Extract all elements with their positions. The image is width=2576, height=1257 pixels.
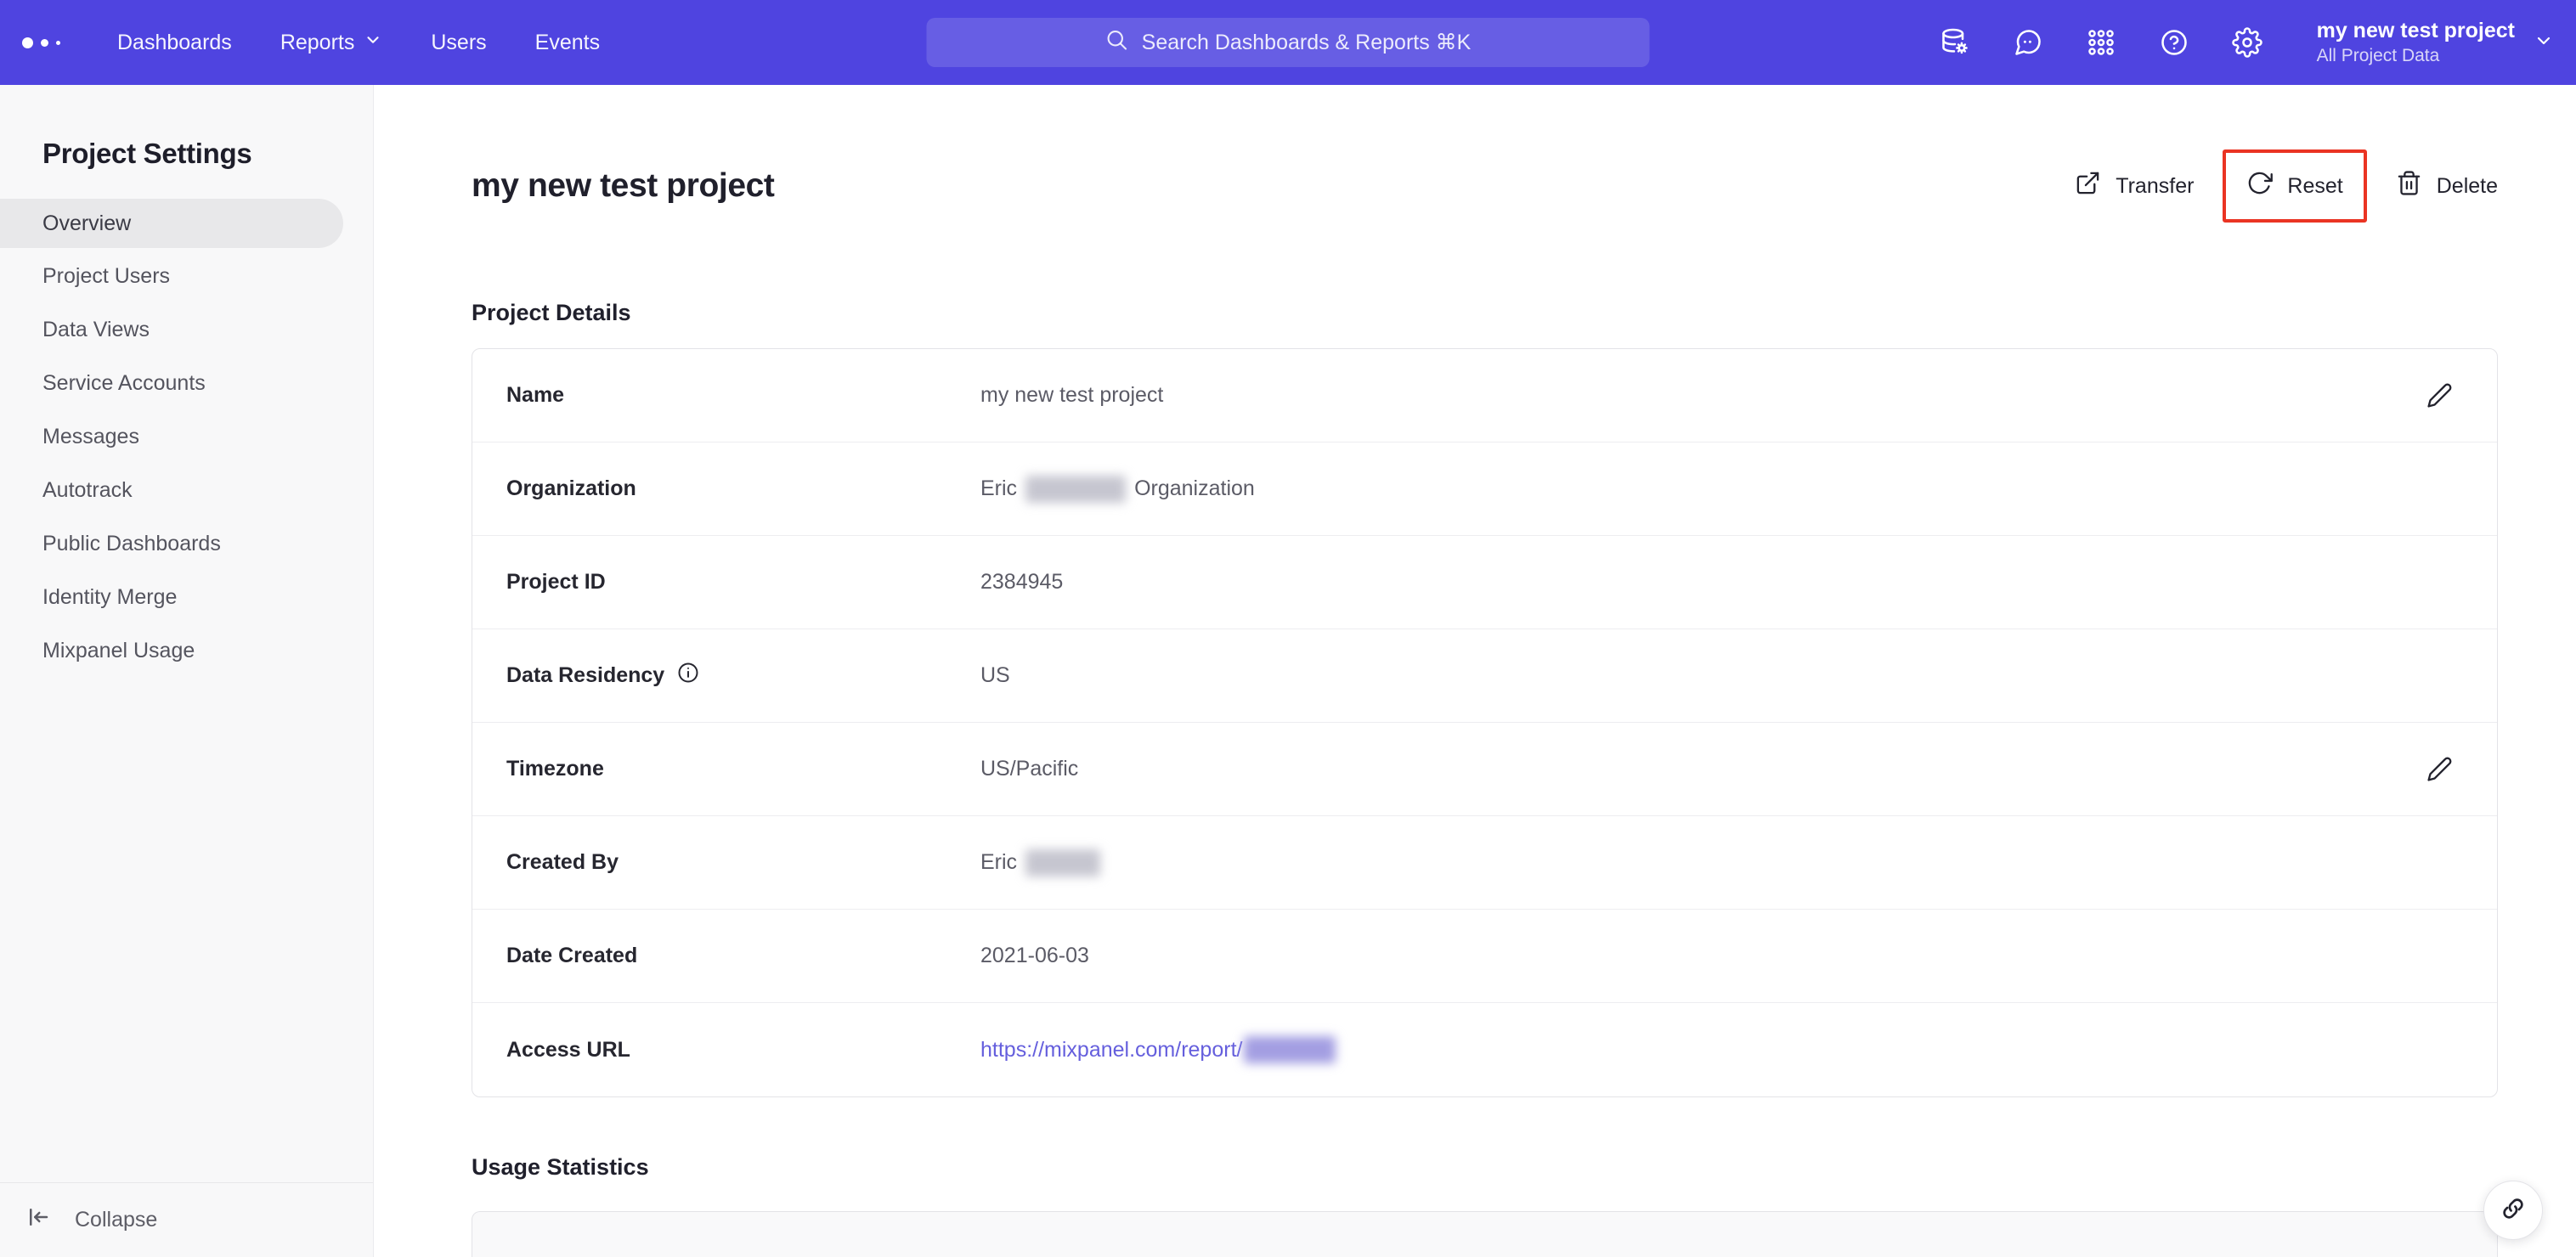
collapse-icon (25, 1204, 51, 1236)
gear-icon[interactable] (2231, 27, 2262, 58)
share-link-button[interactable] (2483, 1181, 2543, 1240)
access-url-link[interactable]: https://mixpanel.com/report/ (980, 1038, 1242, 1063)
sidebar-item-overview[interactable]: Overview (0, 199, 343, 248)
sidebar-title: Project Settings (42, 138, 252, 169)
project-details-heading: Project Details (472, 300, 631, 325)
navbar-right-cluster: my new test project All Project Data (1940, 18, 2554, 66)
mixpanel-logo[interactable] (22, 37, 76, 48)
nav-item-users[interactable]: Users (431, 31, 486, 55)
detail-row-name: Name my new test project (472, 349, 2497, 442)
sidebar-item-autotrack[interactable]: Autotrack (0, 464, 373, 517)
reset-icon (2246, 170, 2274, 202)
sidebar-item-public-dashboards[interactable]: Public Dashboards (0, 517, 373, 571)
usage-statistics-heading: Usage Statistics (472, 1154, 649, 1180)
settings-sidebar: Project Settings Overview Project Users … (0, 85, 374, 1257)
apps-grid-icon[interactable] (2086, 27, 2116, 58)
sidebar-item-messages[interactable]: Messages (0, 410, 373, 464)
transfer-button[interactable]: Transfer (2075, 170, 2194, 202)
data-management-icon[interactable] (1940, 27, 1970, 58)
chevron-down-icon (364, 31, 382, 55)
feedback-message-icon[interactable] (2013, 27, 2043, 58)
nav-item-events[interactable]: Events (535, 31, 600, 55)
search-icon (1105, 28, 1129, 58)
usage-statistics-card (472, 1211, 2498, 1257)
edit-timezone-button[interactable] (2426, 756, 2453, 782)
annotation-highlight-box: Reset (2223, 149, 2367, 223)
nav-item-reports[interactable]: Reports (280, 31, 383, 55)
top-navbar: Dashboards Reports Users Events Search D… (0, 0, 2576, 85)
sidebar-item-service-accounts[interactable]: Service Accounts (0, 357, 373, 410)
detail-row-created-by: Created By Eric (472, 816, 2497, 910)
sidebar-item-identity-merge[interactable]: Identity Merge (0, 571, 373, 624)
sidebar-item-mixpanel-usage[interactable]: Mixpanel Usage (0, 624, 373, 678)
trash-icon (2396, 170, 2422, 202)
primary-nav: Dashboards Reports Users Events (117, 31, 600, 55)
sidebar-item-data-views[interactable]: Data Views (0, 303, 373, 357)
current-project-name: my new test project (2316, 19, 2515, 43)
project-details-card: Name my new test project Organization Er… (472, 348, 2498, 1097)
page-title: my new test project (472, 167, 775, 204)
transfer-icon (2075, 170, 2101, 202)
reset-button[interactable]: Reset (2246, 170, 2343, 202)
search-placeholder: Search Dashboards & Reports ⌘K (1141, 31, 1472, 54)
edit-name-button[interactable] (2426, 382, 2453, 409)
detail-row-organization: Organization Eric Organization (472, 442, 2497, 536)
detail-row-access-url: Access URL https://mixpanel.com/report/ (472, 1003, 2497, 1096)
info-icon[interactable] (676, 661, 700, 691)
main-content: my new test project Transfer Reset Delet… (374, 85, 2576, 1257)
help-icon[interactable] (2159, 27, 2189, 58)
detail-row-data-residency: Data Residency US (472, 629, 2497, 723)
collapse-sidebar-button[interactable]: Collapse (0, 1182, 373, 1257)
project-actions: Transfer Reset Delete (2075, 149, 2498, 223)
settings-nav: Overview Project Users Data Views Servic… (0, 199, 373, 678)
chevron-down-icon (2534, 31, 2554, 55)
detail-row-date-created: Date Created 2021-06-03 (472, 910, 2497, 1003)
nav-item-dashboards[interactable]: Dashboards (117, 31, 232, 55)
detail-row-timezone: Timezone US/Pacific (472, 723, 2497, 816)
redacted-text (1025, 475, 1127, 503)
redacted-text (1025, 848, 1101, 877)
sidebar-item-project-users[interactable]: Project Users (0, 250, 373, 303)
current-project-scope: All Project Data (2316, 46, 2440, 66)
redacted-text (1244, 1036, 1336, 1063)
link-icon (2500, 1195, 2527, 1226)
detail-row-project-id: Project ID 2384945 (472, 536, 2497, 629)
project-switcher[interactable]: my new test project All Project Data (2317, 18, 2554, 66)
delete-button[interactable]: Delete (2396, 170, 2498, 202)
search-input[interactable]: Search Dashboards & Reports ⌘K (926, 18, 1650, 67)
